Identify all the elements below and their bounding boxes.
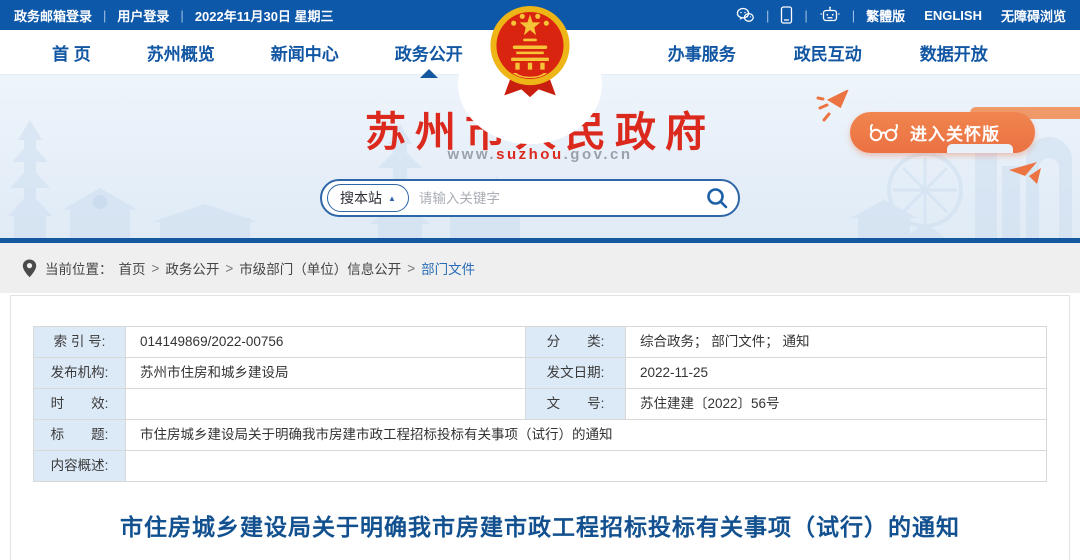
national-emblem [487,4,573,106]
article-title: 市住房城乡建设局关于明确我市房建市政工程招标投标有关事项（试行）的通知 [11,508,1069,542]
title-label: 标 题: [34,420,126,451]
current-date: 2022年11月30日 星期三 [195,6,334,25]
document-meta-table: 索 引 号: 014149869/2022-00756 分 类: 综合政务； 部… [33,326,1047,482]
document-card: 索 引 号: 014149869/2022-00756 分 类: 综合政务； 部… [10,295,1070,560]
separator: | [804,8,807,23]
page: 政务邮箱登录 | 用户登录 | 2022年11月30日 星期三 | [0,0,1080,560]
site-url-highlight: suzhou [496,146,564,163]
nav-right-group: 办事服务 政民互动 数据开放 [668,40,988,65]
index-number-label: 索 引 号: [34,327,126,358]
summary-value [126,451,1047,482]
traditional-chinese-link[interactable]: 繁體版 [866,6,905,25]
separator: | [766,8,769,23]
site-url-suffix: .gov.cn [564,146,633,163]
care-version-label: 进入关怀版 [910,120,1000,145]
issue-date-value: 2022-11-25 [626,358,1047,389]
table-row: 标 题: 市住房城乡建设局关于明确我市房建市政工程招标投标有关事项（试行）的通知 [34,420,1047,451]
robot-assistant-icon[interactable] [819,6,841,24]
care-version-button[interactable]: 进入关怀版 [850,112,1035,153]
banner-divider [0,238,1080,243]
breadcrumb-item-gov-affairs[interactable]: 政务公开 [165,258,219,278]
validity-value [126,389,526,420]
breadcrumb-item-department-files[interactable]: 部门文件 [421,258,475,278]
location-pin-icon [22,259,37,278]
user-login-link[interactable]: 用户登录 [117,6,169,25]
table-row: 时 效: 文 号: 苏住建建〔2022〕56号 [34,389,1047,420]
breadcrumb-item-home[interactable]: 首页 [119,258,146,278]
breadcrumb: 当前位置： 首页 > 政务公开 > 市级部门（单位）信息公开 > 部门文件 [0,243,1080,293]
search-scope-label: 搜本站 [340,188,382,208]
breadcrumb-separator: > [225,261,233,276]
separator: | [180,8,183,23]
table-row: 内容概述: [34,451,1047,482]
table-row: 发布机构: 苏州市住房和城乡建设局 发文日期: 2022-11-25 [34,358,1047,389]
nav-item-news[interactable]: 新闻中心 [271,40,339,65]
active-nav-caret-icon [420,69,438,78]
sparkle-decor-icon [816,90,850,126]
nav-item-gov-affairs[interactable]: 政务公开 [395,40,463,65]
nav-item-open-data[interactable]: 数据开放 [920,40,988,65]
nav-item-home[interactable]: 首 页 [52,40,91,65]
doc-number-value: 苏住建建〔2022〕56号 [626,389,1047,420]
nav-item-services[interactable]: 办事服务 [668,40,736,65]
breadcrumb-item-department-info[interactable]: 市级部门（单位）信息公开 [239,258,401,278]
care-version-area: 进入关怀版 [850,112,1035,153]
site-url-prefix: www. [447,146,496,163]
category-value: 综合政务； 部门文件； 通知 [626,327,1047,358]
english-link[interactable]: ENGLISH [924,8,982,23]
issuing-agency-value: 苏州市住房和城乡建设局 [126,358,526,389]
wechat-icon[interactable] [736,7,755,24]
topbar-right: | | | 繁體 [736,6,1066,25]
nav-item-interaction[interactable]: 政民互动 [794,40,862,65]
table-row: 索 引 号: 014149869/2022-00756 分 类: 综合政务； 部… [34,327,1047,358]
search-scope-dropdown[interactable]: 搜本站 ▲ [327,184,409,212]
nav-item-overview[interactable]: 苏州概览 [147,40,215,65]
breadcrumb-label: 当前位置： [45,258,113,278]
separator: | [852,8,855,23]
paper-plane-decor-icon [1007,158,1053,188]
search-button[interactable] [702,186,732,210]
issue-date-label: 发文日期: [526,358,626,389]
separator: | [103,8,106,23]
breadcrumb-separator: > [152,261,160,276]
doc-number-label: 文 号: [526,389,626,420]
search-icon [705,186,729,210]
search-input[interactable] [419,191,702,206]
index-number-value: 014149869/2022-00756 [126,327,526,358]
topbar-left: 政务邮箱登录 | 用户登录 | 2022年11月30日 星期三 [14,6,334,25]
mail-login-link[interactable]: 政务邮箱登录 [14,6,92,25]
search-bar: 搜本站 ▲ [320,179,740,217]
category-label: 分 类: [526,327,626,358]
nav-item-gov-affairs-label: 政务公开 [395,45,463,64]
care-button-notch [947,144,1013,153]
dropdown-arrow-icon: ▲ [388,194,396,203]
validity-label: 时 效: [34,389,126,420]
breadcrumb-separator: > [407,261,415,276]
reading-glasses-icon [868,124,900,142]
accessibility-link[interactable]: 无障碍浏览 [1001,6,1066,25]
summary-label: 内容概述: [34,451,126,482]
mobile-site-icon[interactable] [780,6,793,24]
issuing-agency-label: 发布机构: [34,358,126,389]
title-value: 市住房城乡建设局关于明确我市房建市政工程招标投标有关事项（试行）的通知 [126,420,1047,451]
nav-left-group: 首 页 苏州概览 新闻中心 政务公开 [52,40,463,65]
